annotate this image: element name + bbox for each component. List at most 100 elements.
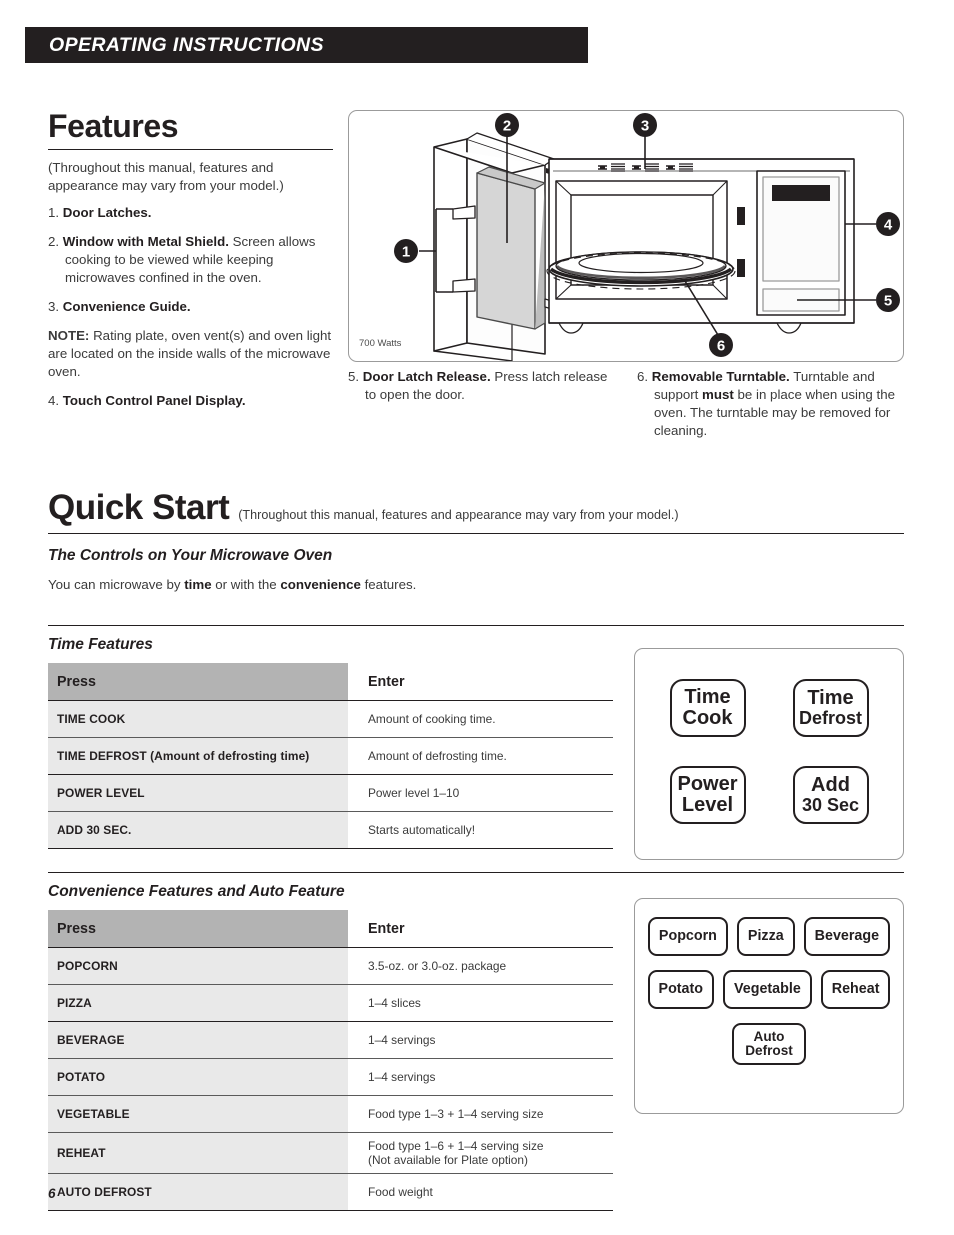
keypad-row: Time Cook Time Defrost — [635, 679, 903, 737]
callout-5: 5 — [876, 288, 900, 312]
quick-start-divider — [48, 533, 904, 534]
features-title: Features — [48, 108, 179, 144]
cell-enter-line-1: Food type 1–6 + 1–4 serving size — [368, 1139, 544, 1153]
time-cook-line-1: Time — [684, 686, 731, 709]
feature-1-bold: Door Latches. — [62, 205, 152, 221]
qs-body-bold-time: time — [184, 577, 212, 592]
cell-enter: 1–4 servings — [348, 1021, 613, 1059]
qs-body-a: You can microwave by — [48, 577, 185, 592]
popcorn-button[interactable]: Popcorn — [647, 917, 728, 956]
table-row: POWER LEVEL Power level 1–10 — [48, 774, 613, 812]
power-level-line-1: Power — [677, 773, 738, 796]
potato-button[interactable]: Potato — [647, 970, 715, 1009]
svg-text:3: 3 — [641, 118, 649, 135]
cell-press: TIME DEFROST (Amount of defrosting time) — [48, 737, 348, 775]
table-header-row: Press Enter — [48, 910, 613, 948]
feature-6-number: 6. — [637, 369, 649, 384]
feature-1-number: 1. — [48, 205, 60, 221]
table-row: AUTO DEFROST Food weight — [48, 1173, 613, 1211]
keypad-row: Power Level Add 30 Sec — [635, 766, 903, 824]
cell-enter-line-2: (Not available for Plate option) — [368, 1153, 528, 1167]
table-row: POTATO 1–4 servings — [48, 1058, 613, 1096]
keypad-row: Popcorn Pizza Beverage — [635, 917, 903, 956]
reheat-label: Reheat — [831, 981, 880, 998]
beverage-label: Beverage — [814, 928, 880, 945]
reheat-button[interactable]: Reheat — [820, 970, 891, 1009]
time-cook-line-2: Cook — [682, 707, 733, 729]
svg-text:2: 2 — [503, 118, 511, 135]
cell-enter: 3.5-oz. or 3.0-oz. package — [348, 947, 613, 985]
features-note: NOTE: Rating plate, oven vent(s) and ove… — [48, 327, 333, 381]
cell-enter: 1–4 servings — [348, 1058, 613, 1096]
feature-item-2: 2. Window with Metal Shield. Screen allo… — [48, 233, 333, 287]
page-number: 6 — [48, 1186, 56, 1201]
table-row: TIME DEFROST (Amount of defrosting time)… — [48, 737, 613, 775]
feature-item-4: 4. Touch Control Panel Display. — [48, 392, 333, 410]
cell-press: POPCORN — [48, 947, 348, 985]
time-features-top-rule — [48, 625, 904, 626]
svg-text:6: 6 — [717, 338, 725, 355]
power-level-button[interactable]: Power Level — [669, 766, 746, 824]
page-header-bar: OPERATING INSTRUCTIONS — [25, 27, 588, 63]
quick-start-section: Quick Start (Throughout this manual, fea… — [48, 490, 904, 594]
table-row: TIME COOK Amount of cooking time. — [48, 700, 613, 738]
add-30-sec-button[interactable]: Add 30 Sec — [792, 766, 869, 824]
quick-start-subtitle: (Throughout this manual, features and ap… — [238, 508, 679, 522]
feature-2-bold: Window with Metal Shield. — [62, 234, 229, 250]
auto-defrost-line-2: Defrost — [745, 1043, 793, 1058]
add-30-sec-line-2: 30 Sec — [801, 795, 860, 816]
features-divider — [48, 149, 333, 150]
cell-enter: Amount of defrosting time. — [348, 737, 613, 775]
time-cook-button[interactable]: Time Cook — [669, 679, 746, 737]
time-defrost-line-1: Time — [807, 687, 854, 710]
features-note-label: NOTE: — [48, 328, 90, 344]
feature-6-bold-must: must — [702, 386, 734, 402]
time-features-table: Press Enter TIME COOK Amount of cooking … — [48, 663, 613, 849]
table-row: ADD 30 SEC. Starts automatically! — [48, 811, 613, 849]
feature-item-6: 6. Removable Turntable. Turntable and su… — [637, 368, 904, 440]
microwave-illustration: 1 2 3 4 5 6 — [394, 113, 900, 361]
qs-body-b: or with the — [211, 577, 281, 592]
cell-press: AUTO DEFROST — [48, 1173, 348, 1211]
convenience-features-keypad: Popcorn Pizza Beverage Potato Vegetable … — [634, 898, 904, 1114]
time-defrost-button[interactable]: Time Defrost — [792, 679, 869, 737]
table-header-row: Press Enter — [48, 663, 613, 701]
auto-defrost-line-1: Auto — [753, 1028, 785, 1044]
svg-text:4: 4 — [884, 217, 893, 234]
cell-press: TIME COOK — [48, 700, 348, 738]
qs-body-bold-convenience: convenience — [280, 577, 361, 592]
keypad-row: Auto Defrost — [635, 1023, 903, 1065]
keypad-row: Potato Vegetable Reheat — [635, 970, 903, 1009]
callout-4: 4 — [876, 212, 900, 236]
convenience-features-table: Press Enter POPCORN 3.5-oz. or 3.0-oz. p… — [48, 910, 613, 1211]
convenience-top-rule — [48, 872, 904, 873]
col-header-press: Press — [48, 663, 348, 701]
cell-enter: Power level 1–10 — [348, 774, 613, 812]
cell-press: ADD 30 SEC. — [48, 811, 348, 849]
cell-press: VEGETABLE — [48, 1095, 348, 1133]
beverage-button[interactable]: Beverage — [803, 917, 891, 956]
cell-enter: Amount of cooking time. — [348, 700, 613, 738]
qs-body-c: features. — [360, 577, 417, 592]
table-row: VEGETABLE Food type 1–3 + 1–4 serving si… — [48, 1095, 613, 1133]
pizza-button[interactable]: Pizza — [736, 917, 795, 956]
popcorn-label: Popcorn — [658, 928, 717, 945]
feature-5-bold: Door Latch Release. — [362, 369, 491, 384]
callout-3: 3 — [633, 113, 657, 137]
table-row: BEVERAGE 1–4 servings — [48, 1021, 613, 1059]
callout-6: 6 — [709, 333, 733, 357]
vegetable-button[interactable]: Vegetable — [723, 970, 812, 1009]
vegetable-label: Vegetable — [734, 981, 801, 998]
cell-enter: 1–4 slices — [348, 984, 613, 1022]
auto-defrost-button[interactable]: Auto Defrost — [732, 1023, 806, 1065]
power-level-line-2: Level — [681, 794, 734, 816]
svg-text:5: 5 — [884, 293, 892, 310]
page-header-title: OPERATING INSTRUCTIONS — [49, 33, 324, 56]
cell-enter: Starts automatically! — [348, 811, 613, 849]
features-section: Features (Throughout this manual, featur… — [48, 110, 333, 421]
feature-3-bold: Convenience Guide. — [62, 299, 191, 315]
feature-5-number: 5. — [348, 369, 360, 384]
feature-item-3: 3. Convenience Guide. — [48, 298, 333, 316]
col-header-enter: Enter — [348, 910, 613, 948]
quick-start-title: Quick Start — [48, 488, 230, 527]
